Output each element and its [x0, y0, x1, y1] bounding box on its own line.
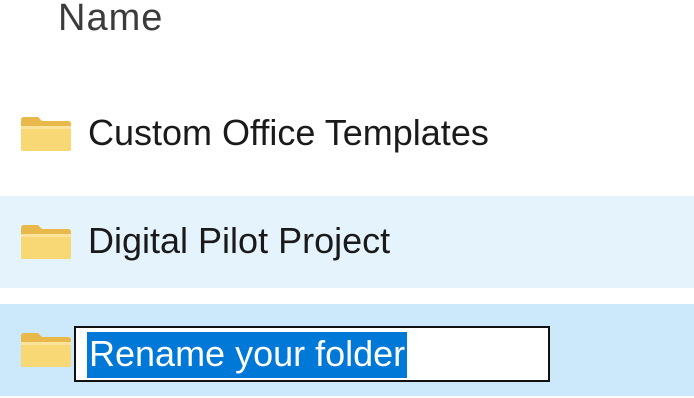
folder-icon: [20, 332, 72, 368]
list-item-renaming-folder[interactable]: Rename your folder: [0, 304, 694, 396]
rename-field[interactable]: Rename your folder: [74, 326, 550, 382]
rename-selected-text[interactable]: Rename your folder: [87, 332, 408, 378]
folder-icon: [20, 224, 72, 260]
column-header: Name: [0, 0, 694, 80]
list-item-digital-pilot-project[interactable]: Digital Pilot Project: [0, 196, 694, 288]
folder-name-label: Custom Office Templates: [88, 112, 489, 153]
list-item-custom-office-templates[interactable]: Custom Office Templates: [0, 88, 694, 180]
folder-name-label: Digital Pilot Project: [88, 220, 391, 261]
name-column-header[interactable]: Name: [58, 0, 163, 42]
folder-icon: [20, 116, 72, 152]
